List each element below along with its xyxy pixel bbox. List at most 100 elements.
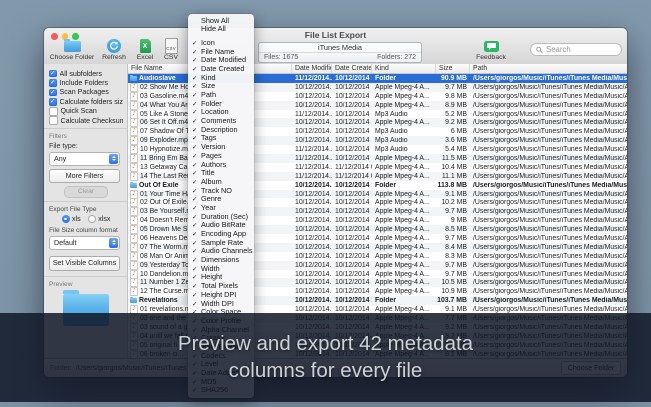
kind-cell: Apple Mpeg-4 A... (372, 253, 436, 260)
menu-column-item[interactable]: ✓Height (188, 273, 254, 282)
audio-file-icon: ♪ (130, 110, 138, 119)
choose-folder-toolbar-button[interactable]: Choose Folder (48, 39, 96, 61)
menu-item-show-all[interactable]: Show All (188, 17, 254, 26)
more-filters-button[interactable]: More Filters (49, 169, 120, 183)
scan-option-checkbox[interactable]: ✓ Include Folders (49, 78, 123, 87)
path-cell: /Users/giorgos/Music/iTunes/iTunes Media… (470, 235, 627, 242)
menu-column-item[interactable]: ✓Path (188, 91, 254, 100)
radio-icon (62, 215, 70, 223)
menu-column-item[interactable]: ✓Date Created (188, 65, 254, 74)
date-modified-cell: 10/12/2014... (292, 208, 332, 215)
file-type-select[interactable]: Any (49, 152, 120, 166)
xlsx-radio[interactable]: xlsx (88, 215, 111, 223)
caption-line-1: Preview and export 42 metadata (178, 331, 473, 358)
menu-column-item[interactable]: ✓Version (188, 143, 254, 152)
set-visible-columns-button[interactable]: Set Visible Columns (49, 256, 120, 271)
menu-column-item[interactable]: ✓Dimensions (188, 256, 254, 265)
size-cell: 8.4 MB (436, 244, 470, 251)
checkbox[interactable]: ✓ (49, 116, 58, 125)
scan-option-checkbox[interactable]: ✓ Calculate Checksum (49, 116, 123, 125)
menu-column-item[interactable]: ✓Encoding App (188, 230, 254, 239)
date-created-cell: 10/12/2014 16... (332, 182, 372, 189)
menu-column-item[interactable]: ✓Album (188, 178, 254, 187)
date-created-cell: 10/12/2014 16... (332, 111, 372, 118)
menu-column-item[interactable]: ✓Audio BitRate (188, 221, 254, 230)
audio-file-icon: ♪ (130, 145, 138, 154)
checkbox[interactable]: ✓ (49, 98, 57, 106)
checkmark-icon: ✓ (192, 108, 197, 117)
menu-column-item[interactable]: ✓Description (188, 126, 254, 135)
menu-column-item[interactable]: ✓Pages (188, 152, 254, 161)
audio-file-icon: ♪ (130, 234, 138, 243)
checkmark-icon: ✓ (192, 291, 197, 300)
date-created-cell: 10/12/2014 16... (332, 297, 372, 304)
menu-column-item[interactable]: ✓Audio Channels (188, 247, 254, 256)
path-cell: /Users/giorgos/Music/iTunes/iTunes Media… (470, 84, 627, 91)
date-created-cell: 10/12/2014 16... (332, 84, 372, 91)
column-header-size[interactable]: Size (436, 64, 470, 73)
date-created-cell: 10/12/2014 16... (332, 253, 372, 260)
date-modified-cell: 10/12/2014... (292, 119, 332, 126)
size-cell: 10.4 MB (436, 164, 470, 171)
audio-file-icon: ♪ (130, 83, 138, 92)
menu-column-item[interactable]: ✓Folder (188, 100, 254, 109)
menu-column-item[interactable]: ✓Width DPI (188, 300, 254, 309)
menu-column-item[interactable]: ✓Sample Rate (188, 239, 254, 248)
menu-column-item[interactable]: ✓Year (188, 204, 254, 213)
scan-option-checkbox[interactable]: ✓ All subfolders (49, 69, 123, 78)
folder-icon (130, 183, 137, 188)
column-header-kind[interactable]: Kind (372, 64, 436, 73)
menu-column-item[interactable]: ✓Kind (188, 74, 254, 83)
menu-column-item[interactable]: ✓Size (188, 82, 254, 91)
feedback-toolbar-button[interactable]: Feedback (468, 39, 514, 61)
menu-column-item[interactable]: ✓Authors (188, 161, 254, 170)
menu-column-item[interactable]: ✓Total Pixels (188, 282, 254, 291)
checkmark-icon: ✓ (192, 161, 197, 170)
scan-option-checkbox[interactable]: ✓ Scan Packages (49, 88, 123, 97)
menu-column-item[interactable]: ✓Duration (Sec) (188, 213, 254, 222)
file-name-cell: 13 Getaway Car... (140, 164, 195, 171)
checkbox[interactable]: ✓ (49, 70, 57, 78)
export-excel-toolbar-button[interactable]: X Excel (132, 39, 158, 61)
refresh-icon (107, 39, 121, 53)
file-name-cell: 06 Set It Off.m4a (140, 119, 192, 126)
checkmark-icon: ✓ (192, 152, 197, 161)
menu-column-item[interactable]: ✓Height DPI (188, 291, 254, 300)
audio-file-icon: ♪ (130, 190, 138, 199)
menu-column-item[interactable]: ✓Width (188, 265, 254, 274)
checkbox[interactable]: ✓ (49, 89, 57, 97)
column-header-date-created[interactable]: Date Created (332, 64, 372, 73)
scan-option-checkbox[interactable]: ✓ Calculate folders size (49, 97, 123, 106)
export-csv-toolbar-button[interactable]: CSV CSV (158, 39, 184, 61)
menu-column-item[interactable]: ✓Track NO (188, 187, 254, 196)
menu-column-item[interactable]: ✓Icon (188, 39, 254, 48)
date-modified-cell: 10/12/2014... (292, 279, 332, 286)
path-cell: /Users/giorgos/Music/iTunes/iTunes Media… (470, 199, 627, 206)
xls-radio[interactable]: xls (62, 215, 81, 223)
menu-column-item[interactable]: ✓Date Modified (188, 56, 254, 65)
menu-column-item[interactable]: ✓Genre (188, 195, 254, 204)
menu-column-item[interactable]: ✓Tags (188, 134, 254, 143)
column-header-date-modified[interactable]: Date Modified (292, 64, 332, 73)
date-created-cell: 10/12/2014 16... (332, 262, 372, 269)
menu-column-item[interactable]: ✓File Name (188, 48, 254, 57)
checkbox[interactable]: ✓ (49, 107, 58, 116)
scan-option-checkbox[interactable]: ✓ Quick Scan (49, 107, 123, 116)
file-name-cell: 07 Shadow Of T... (140, 128, 195, 135)
date-created-cell: 10/12/2014 16... (332, 235, 372, 242)
menu-column-item[interactable]: ✓Comments (188, 117, 254, 126)
menu-column-item[interactable]: ✓Location (188, 108, 254, 117)
menu-item-hide-all[interactable]: Hide All (188, 25, 254, 34)
menu-column-item[interactable]: ✓Title (188, 169, 254, 178)
file-name-cell: 09 Yesterday To... (140, 262, 195, 269)
checkbox[interactable]: ✓ (49, 79, 57, 87)
search-field[interactable] (530, 43, 622, 56)
date-modified-cell: 11/12/2014... (292, 155, 332, 162)
kind-cell: Apple Mpeg-4 A... (372, 164, 436, 171)
clear-button[interactable]: Clear (64, 186, 108, 198)
column-header-path[interactable]: Path (470, 64, 627, 73)
search-input[interactable] (546, 45, 616, 54)
refresh-toolbar-button[interactable]: Refresh (96, 39, 132, 61)
window-chrome: File List Export Choose Folder Refresh X… (44, 28, 627, 65)
size-format-select[interactable]: Default (49, 236, 120, 250)
